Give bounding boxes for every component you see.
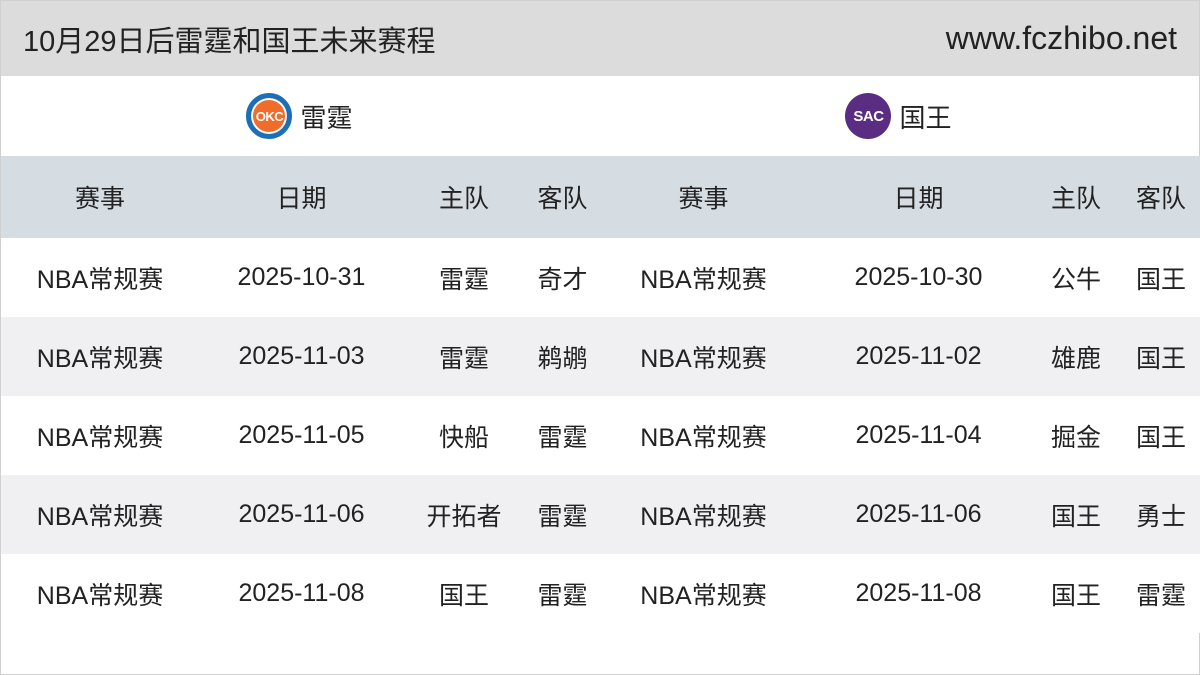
cell-home: 国王 [1050,581,1101,610]
team-name-right: 国王 [899,102,952,133]
col-header-away-2: 客队 [1135,185,1186,213]
cell-date: 2025-10-31 [237,263,366,291]
cell-date: 2025-10-30 [854,263,983,291]
cell-away: 雷霆 [537,423,588,452]
cell-away: 鹈鹕 [537,344,588,373]
col-header-home-1: 主队 [438,185,489,213]
cell-away: 奇才 [537,265,588,294]
col-header-away-1: 客队 [537,185,588,213]
teams-row: OKC 雷霆 SAC 国王 [1,76,1199,156]
cell-away: 国王 [1135,344,1186,373]
cell-event: NBA常规赛 [640,423,767,452]
cell-event: NBA常规赛 [640,265,767,294]
sac-logo-icon: SAC [845,93,892,139]
page-title: 10月29日后雷霆和国王未来赛程 [23,25,436,58]
cell-date: 2025-11-08 [238,579,365,607]
cell-home: 掘金 [1050,423,1101,452]
cell-event: NBA常规赛 [640,344,767,373]
cell-away: 雷霆 [537,581,588,610]
schedule-table: 赛事 日期 主队 客队 赛事 日期 主队 客队 NBA常规赛 2025-10-3… [1,156,1200,633]
cell-home: 雷霆 [438,265,489,294]
table-row: NBA常规赛 2025-11-03 雷霆 鹈鹕 NBA常规赛 2025-11-0… [1,317,1200,396]
cell-event: NBA常规赛 [36,581,164,610]
cell-event: NBA常规赛 [36,344,164,373]
cell-date: 2025-11-03 [238,342,365,370]
col-header-event-1: 赛事 [74,185,125,213]
site-url[interactable]: www.fczhibo.net [946,20,1177,57]
cell-home: 雄鹿 [1050,344,1101,373]
team-kings: SAC 国王 [845,93,952,139]
table-row: NBA常规赛 2025-11-05 快船 雷霆 NBA常规赛 2025-11-0… [1,396,1200,475]
schedule-card: 10月29日后雷霆和国王未来赛程 www.fczhibo.net OKC 雷霆 … [0,0,1200,675]
cell-home: 公牛 [1050,265,1101,294]
cell-away: 雷霆 [537,502,588,531]
col-header-event-2: 赛事 [678,185,729,213]
cell-date: 2025-11-04 [855,421,982,449]
cell-event: NBA常规赛 [36,502,164,531]
table-row: NBA常规赛 2025-11-08 国王 雷霆 NBA常规赛 2025-11-0… [1,554,1200,633]
team-left-cell: OKC 雷霆 [1,76,600,156]
cell-away: 国王 [1135,423,1186,452]
cell-date: 2025-11-08 [855,579,982,607]
col-header-date-2: 日期 [893,185,944,213]
cell-date: 2025-11-05 [238,421,365,449]
cell-event: NBA常规赛 [640,581,767,610]
cell-event: NBA常规赛 [36,423,164,452]
col-header-home-2: 主队 [1050,185,1101,213]
cell-date: 2025-11-06 [855,500,982,528]
table-row: NBA常规赛 2025-11-06 开拓者 雷霆 NBA常规赛 2025-11-… [1,475,1200,554]
team-thunder: OKC 雷霆 [246,93,353,139]
cell-date: 2025-11-02 [855,342,982,370]
cell-event: NBA常规赛 [36,265,164,294]
header-bar: 10月29日后雷霆和国王未来赛程 www.fczhibo.net [1,1,1199,76]
cell-home: 雷霆 [438,344,489,373]
team-name-left: 雷霆 [300,102,353,133]
team-right-cell: SAC 国王 [600,76,1199,156]
cell-date: 2025-11-06 [238,500,365,528]
cell-home: 开拓者 [426,502,502,531]
table-row: NBA常规赛 2025-10-31 雷霆 奇才 NBA常规赛 2025-10-3… [1,238,1200,317]
cell-away: 勇士 [1135,502,1186,531]
cell-home: 快船 [438,423,489,452]
cell-home: 国王 [438,581,489,610]
cell-away: 雷霆 [1135,581,1186,610]
okc-logo-icon: OKC [246,93,293,139]
table-header-row: 赛事 日期 主队 客队 赛事 日期 主队 客队 [1,156,1200,238]
cell-event: NBA常规赛 [640,502,767,531]
cell-home: 国王 [1050,502,1101,531]
col-header-date-1: 日期 [276,185,327,213]
cell-away: 国王 [1135,265,1186,294]
